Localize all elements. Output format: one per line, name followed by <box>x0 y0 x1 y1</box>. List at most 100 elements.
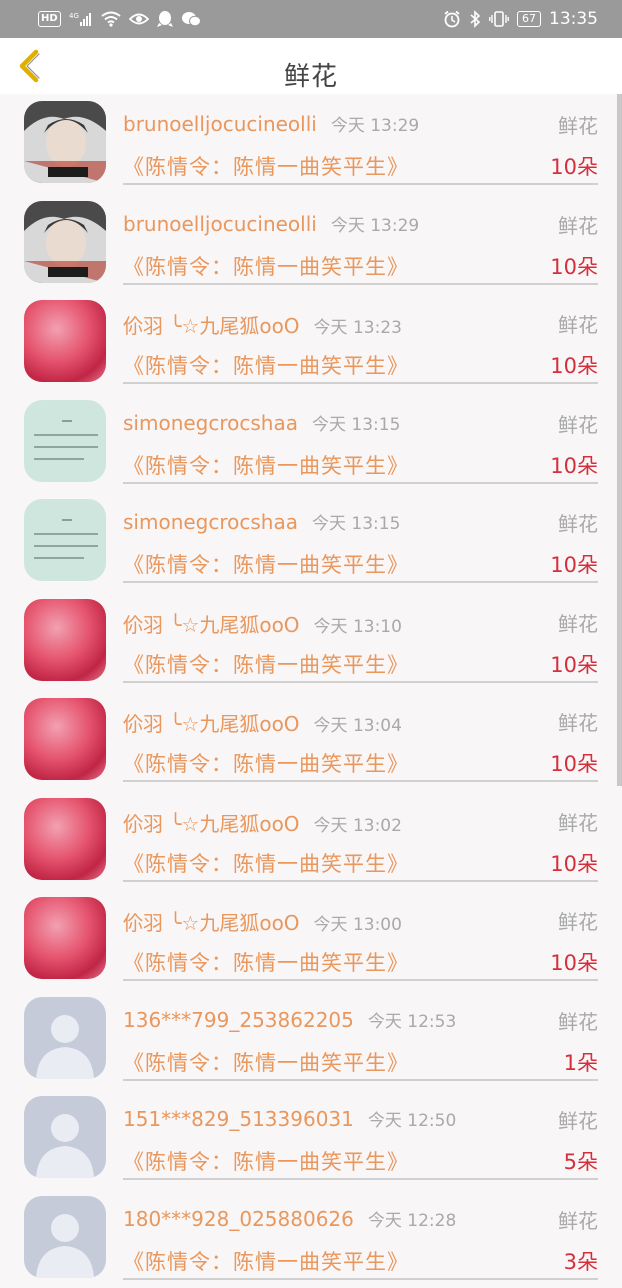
flower-count: 10朵 <box>550 848 598 878</box>
list-item[interactable]: brunoelljocucineolli今天 13:29鲜花《陈情令：陈情一曲笑… <box>0 94 622 194</box>
list-item[interactable]: 伱羽 ╰☆九尾狐ooO 今天 13:04 鲜花《陈情令：陈情一曲笑平生》 10朵 <box>0 691 622 791</box>
work-title[interactable]: 《陈情令：陈情一曲笑平生》 <box>123 350 409 380</box>
sender-name: simonegcrocshaa今天 13:15 <box>123 410 400 435</box>
sender-name: simonegcrocshaa今天 13:15 <box>123 509 400 534</box>
avatar[interactable] <box>24 201 106 283</box>
work-title[interactable]: 《陈情令：陈情一曲笑平生》 <box>123 947 409 977</box>
work-title[interactable]: 《陈情令：陈情一曲笑平生》 <box>123 450 409 480</box>
bluetooth-icon <box>469 10 481 28</box>
qq-icon <box>157 10 173 28</box>
gift-type: 鲜花 <box>558 906 598 935</box>
sender-name: 136***799_253862205 今天 12:53 <box>123 1007 456 1032</box>
send-time: 今天 12:50 <box>368 1111 456 1131</box>
avatar[interactable] <box>24 1196 106 1278</box>
divider <box>123 482 598 484</box>
send-time: 今天 13:10 <box>314 617 402 637</box>
divider <box>123 581 598 583</box>
flower-count: 10朵 <box>550 947 598 977</box>
avatar[interactable] <box>24 798 106 880</box>
eye-icon <box>129 12 149 26</box>
list-item[interactable]: simonegcrocshaa今天 13:15鲜花《陈情令：陈情一曲笑平生》10… <box>0 492 622 592</box>
flower-count: 10朵 <box>550 151 598 181</box>
page-title: 鲜花 <box>0 56 622 93</box>
work-title[interactable]: 《陈情令：陈情一曲笑平生》 <box>123 848 409 878</box>
work-title[interactable]: 《陈情令：陈情一曲笑平生》 <box>123 748 409 778</box>
sender-name-text: brunoelljocucineolli <box>123 212 317 236</box>
avatar[interactable] <box>24 300 106 382</box>
work-title[interactable]: 《陈情令：陈情一曲笑平生》 <box>123 1146 409 1176</box>
sender-name: 151***829_513396031 今天 12:50 <box>123 1106 456 1131</box>
svg-text:4G: 4G <box>69 12 79 20</box>
work-title[interactable]: 《陈情令：陈情一曲笑平生》 <box>123 151 409 181</box>
sender-name: 180***928_025880626今天 12:28 <box>123 1206 456 1231</box>
flower-count: 10朵 <box>550 748 598 778</box>
battery-indicator: 67 <box>517 11 541 27</box>
divider <box>123 1178 598 1180</box>
sender-name-text: 151***829_513396031 <box>123 1107 354 1131</box>
list-item[interactable]: 180***928_025880626今天 12:28 鲜花《陈情令：陈情一曲笑平… <box>0 1189 622 1288</box>
sender-name-text: simonegcrocshaa <box>123 411 298 435</box>
send-time: 今天 13:29 <box>331 216 419 236</box>
gift-type: 鲜花 <box>558 807 598 836</box>
list-item[interactable]: simonegcrocshaa今天 13:15鲜花《陈情令：陈情一曲笑平生》10… <box>0 393 622 493</box>
status-bar: HD 4G <box>0 0 622 38</box>
gift-type: 鲜花 <box>558 409 598 438</box>
sender-name-text: simonegcrocshaa <box>123 510 298 534</box>
avatar[interactable] <box>24 1096 106 1178</box>
divider <box>123 382 598 384</box>
gift-type: 鲜花 <box>558 309 598 338</box>
avatar[interactable] <box>24 698 106 780</box>
avatar[interactable] <box>24 499 106 581</box>
send-time: 今天 12:53 <box>368 1012 456 1032</box>
sender-name: 伱羽 ╰☆九尾狐ooO今天 13:02 <box>123 808 402 837</box>
divider <box>123 1079 598 1081</box>
gift-record-list: brunoelljocucineolli今天 13:29鲜花《陈情令：陈情一曲笑… <box>0 94 622 1288</box>
avatar[interactable] <box>24 997 106 1079</box>
avatar[interactable] <box>24 101 106 183</box>
default-user-icon <box>24 1196 106 1278</box>
list-item[interactable]: 伱羽 ╰☆九尾狐ooO今天 13:23鲜花《陈情令：陈情一曲笑平生》10朵 <box>0 293 622 393</box>
sender-name-text: 伱羽 ╰☆九尾狐ooO <box>123 712 300 736</box>
gift-type: 鲜花 <box>558 707 598 736</box>
divider <box>123 780 598 782</box>
sender-name-text: 136***799_253862205 <box>123 1008 354 1032</box>
scrollbar[interactable] <box>617 94 622 786</box>
flower-count: 10朵 <box>550 350 598 380</box>
list-item[interactable]: 伱羽 ╰☆九尾狐ooO今天 13:00 鲜花《陈情令：陈情一曲笑平生》 10朵 <box>0 890 622 990</box>
sender-name: brunoelljocucineolli今天 13:29 <box>123 111 419 136</box>
gift-type: 鲜花 <box>558 1105 598 1134</box>
send-time: 今天 13:04 <box>314 716 402 736</box>
avatar[interactable] <box>24 897 106 979</box>
sender-name: 伱羽 ╰☆九尾狐ooO今天 13:00 <box>123 907 402 936</box>
user-photo <box>24 201 106 283</box>
list-item[interactable]: 伱羽 ╰☆九尾狐ooO今天 13:10 鲜花《陈情令：陈情一曲笑平生》 10朵 <box>0 592 622 692</box>
avatar[interactable] <box>24 400 106 482</box>
work-title[interactable]: 《陈情令：陈情一曲笑平生》 <box>123 549 409 579</box>
user-photo <box>24 101 106 183</box>
default-user-icon <box>24 1096 106 1178</box>
flower-count: 10朵 <box>550 549 598 579</box>
list-item[interactable]: 151***829_513396031 今天 12:50 鲜花《陈情令：陈情一曲笑平… <box>0 1089 622 1189</box>
send-time: 今天 13:23 <box>314 318 402 338</box>
work-title[interactable]: 《陈情令：陈情一曲笑平生》 <box>123 1246 409 1276</box>
default-user-icon <box>24 997 106 1079</box>
avatar[interactable] <box>24 599 106 681</box>
work-title[interactable]: 《陈情令：陈情一曲笑平生》 <box>123 1047 409 1077</box>
divider <box>123 1278 598 1280</box>
list-item[interactable]: 136***799_253862205 今天 12:53 鲜花《陈情令：陈情一曲笑平… <box>0 990 622 1090</box>
divider <box>123 183 598 185</box>
work-title[interactable]: 《陈情令：陈情一曲笑平生》 <box>123 251 409 281</box>
sender-name: 伱羽 ╰☆九尾狐ooO今天 13:10 <box>123 609 402 638</box>
divider <box>123 681 598 683</box>
send-time: 今天 13:00 <box>314 915 402 935</box>
work-title[interactable]: 《陈情令：陈情一曲笑平生》 <box>123 649 409 679</box>
gift-type: 鲜花 <box>558 608 598 637</box>
status-time: 13:35 <box>549 9 598 29</box>
gift-type: 鲜花 <box>558 1006 598 1035</box>
list-item[interactable]: brunoelljocucineolli今天 13:29鲜花《陈情令：陈情一曲笑… <box>0 194 622 294</box>
divider <box>123 880 598 882</box>
gift-type: 鲜花 <box>558 1205 598 1234</box>
list-item[interactable]: 伱羽 ╰☆九尾狐ooO今天 13:02 鲜花《陈情令：陈情一曲笑平生》 10朵 <box>0 791 622 891</box>
signal-icon: 4G <box>69 11 93 27</box>
flower-count: 10朵 <box>550 649 598 679</box>
